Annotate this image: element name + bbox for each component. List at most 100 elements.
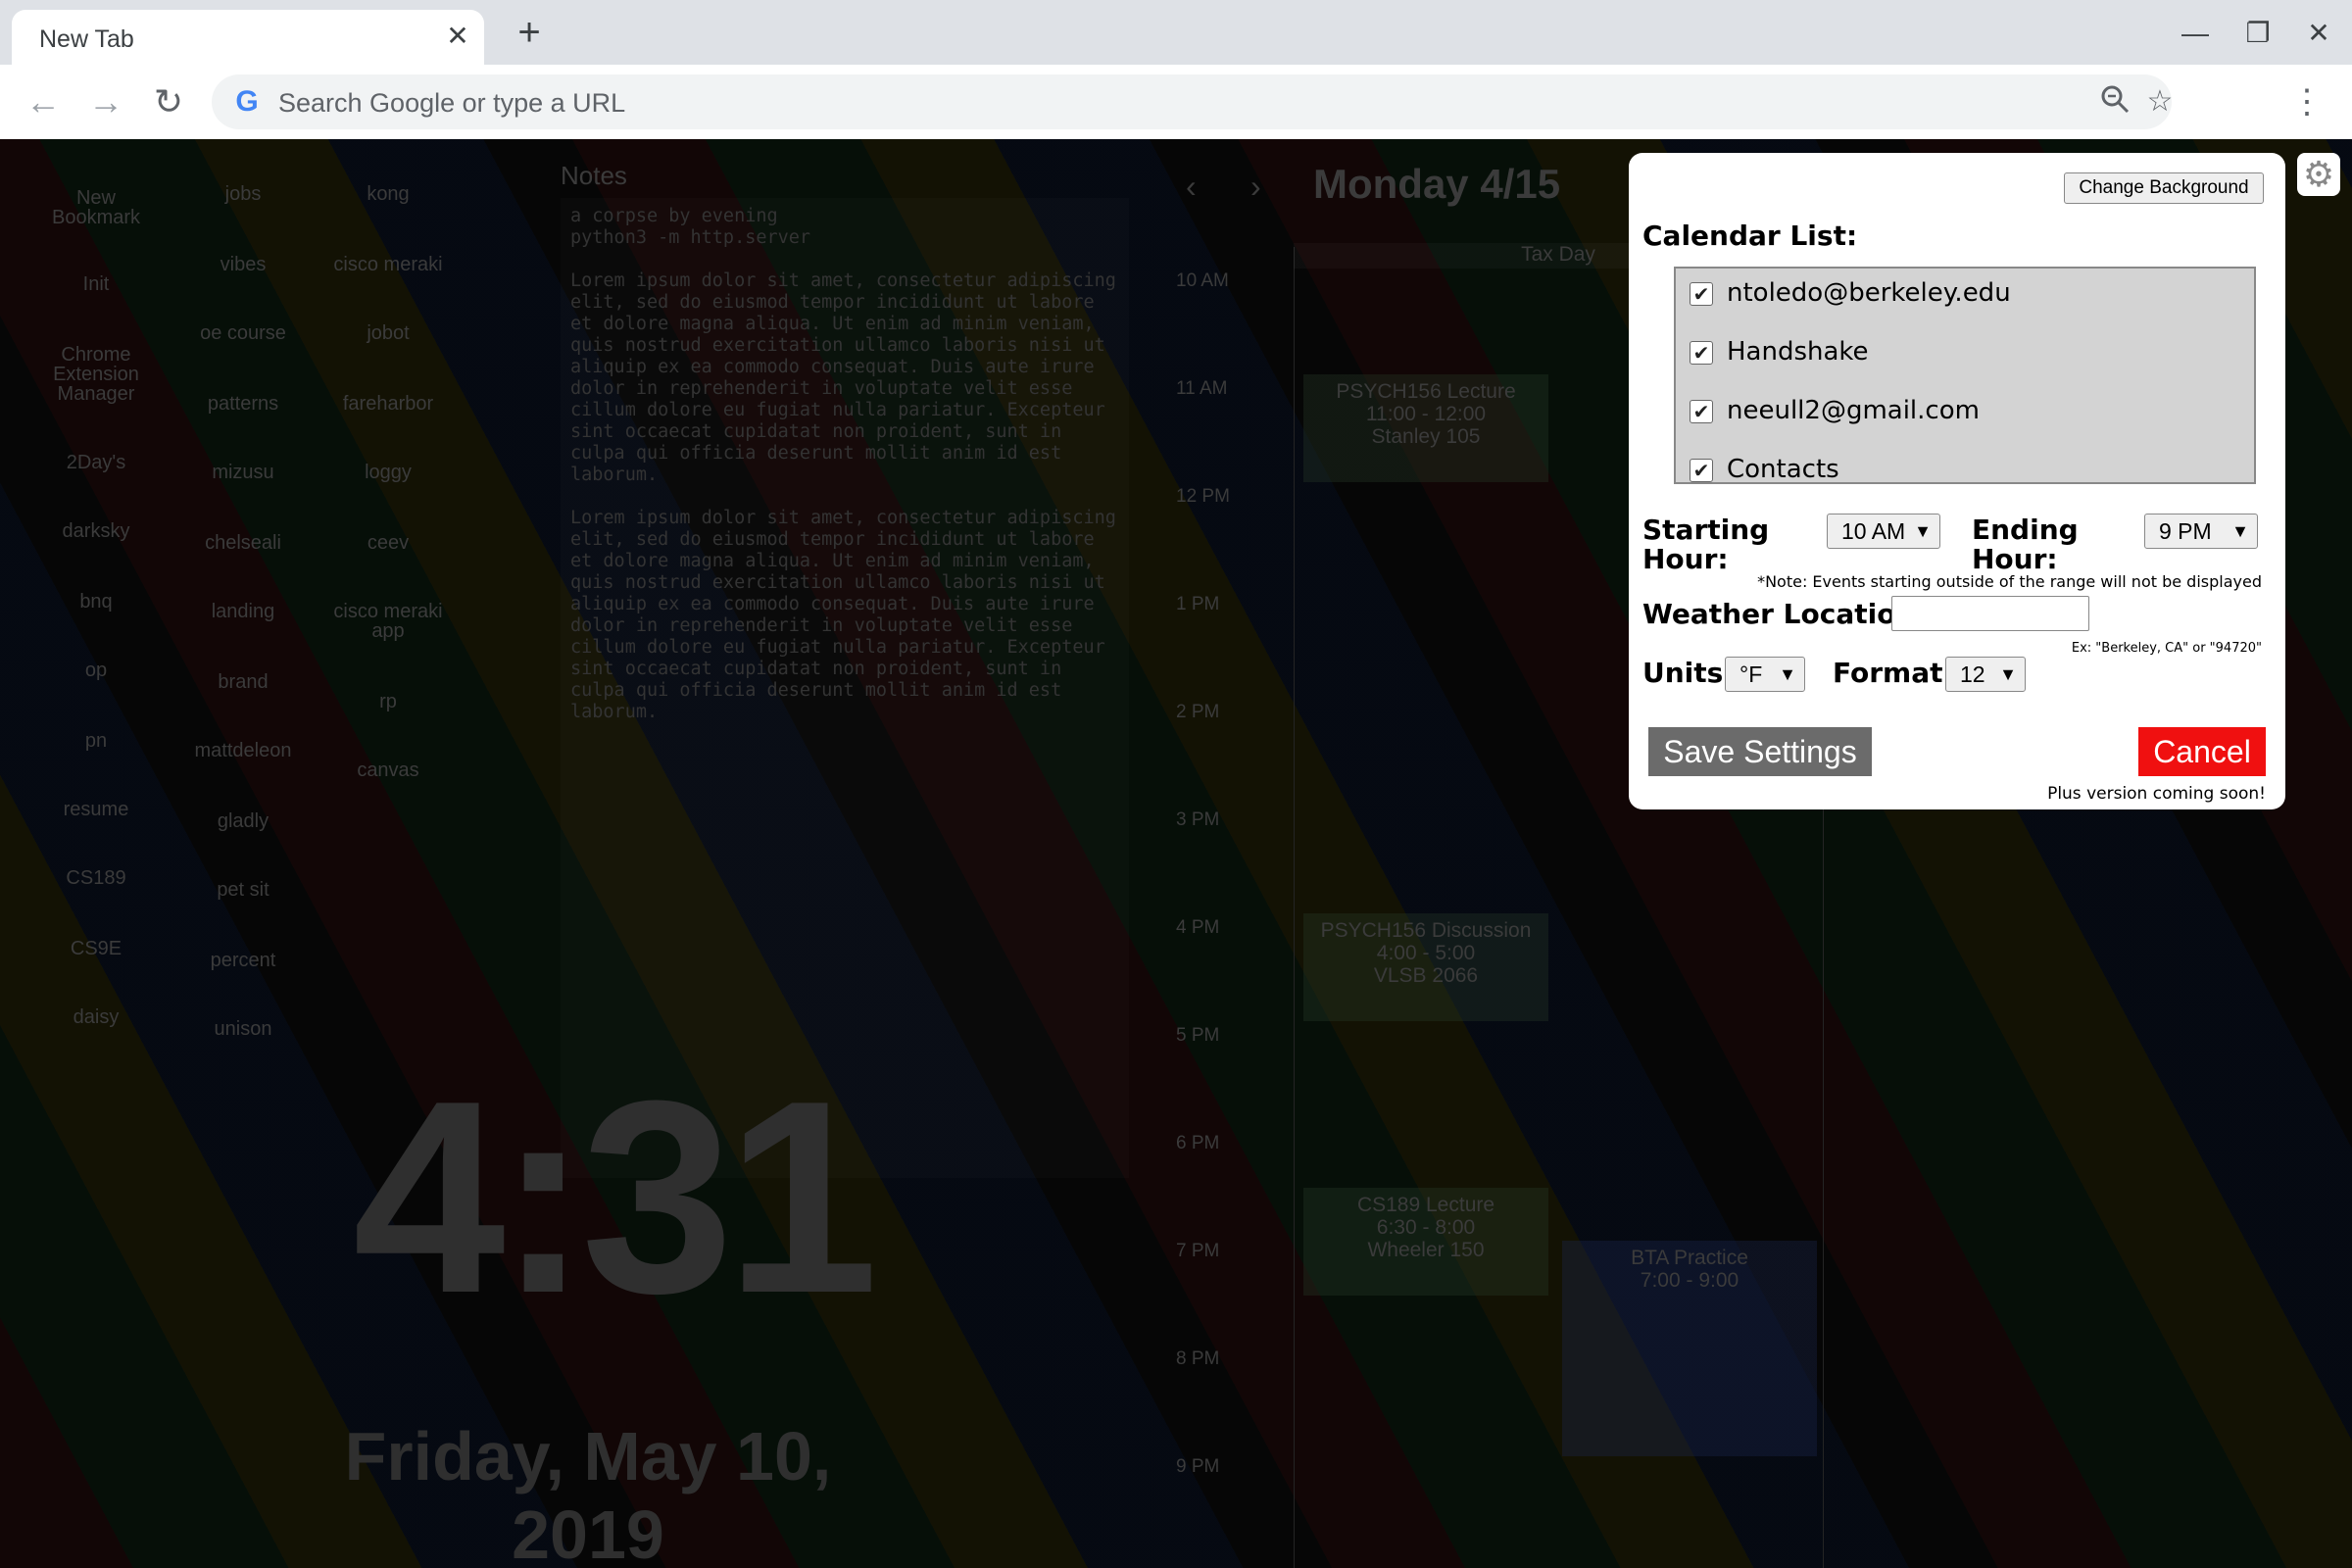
calendar-name: Contacts xyxy=(1727,455,1839,484)
back-arrow-icon[interactable]: ← xyxy=(20,78,67,125)
bookmark-item[interactable]: fareharbor xyxy=(327,394,449,414)
bookmark-item[interactable]: Chrome Extension Manager xyxy=(35,345,157,404)
gear-icon[interactable]: ⚙ xyxy=(2297,153,2340,196)
notes-title: Notes xyxy=(561,161,627,190)
ending-hour-value: 9 PM xyxy=(2159,518,2212,544)
close-icon[interactable]: ✕ xyxy=(443,22,472,51)
bookmark-item[interactable]: cisco meraki xyxy=(327,255,449,274)
omnibox[interactable]: G Search Google or type a URL ☆ xyxy=(212,74,2173,129)
weather-location-label: Weather Location: xyxy=(1642,598,1927,630)
calendar-event[interactable]: PSYCH156 Discussion 4:00 - 5:00 VLSB 206… xyxy=(1303,913,1548,1021)
calendar-next-button[interactable]: › xyxy=(1250,169,1261,205)
bookmark-item[interactable]: resume xyxy=(35,800,157,819)
starting-hour-value: 10 AM xyxy=(1841,518,1906,544)
bookmark-item[interactable]: patterns xyxy=(182,394,304,414)
bookmark-item[interactable]: jobot xyxy=(327,323,449,343)
calendar-event[interactable]: BTA Practice 7:00 - 9:00 xyxy=(1562,1241,1817,1456)
event-title: PSYCH156 Discussion xyxy=(1320,919,1532,942)
units-select[interactable]: °F ▼ xyxy=(1725,657,1805,692)
hour-label: 7 PM xyxy=(1176,1241,1220,1261)
bookmark-item[interactable]: Init xyxy=(35,274,157,294)
hour-label: 10 AM xyxy=(1176,270,1229,291)
bookmark-item[interactable]: bnq xyxy=(35,592,157,612)
starting-hour-select[interactable]: 10 AM ▼ xyxy=(1827,514,1940,549)
bookmark-item[interactable]: cisco meraki app xyxy=(327,602,449,641)
event-time: 4:00 - 5:00 xyxy=(1376,942,1476,964)
calendar-event[interactable]: PSYCH156 Lecture 11:00 - 12:00 Stanley 1… xyxy=(1303,374,1548,482)
bookmark-item[interactable]: vibes xyxy=(182,255,304,274)
bookmark-item[interactable]: ceev xyxy=(327,533,449,553)
checkbox[interactable]: ✔ xyxy=(1690,282,1713,306)
bookmark-item[interactable]: pn xyxy=(35,731,157,751)
bookmark-item[interactable]: CS9E xyxy=(35,939,157,958)
bookmark-item[interactable]: unison xyxy=(182,1019,304,1039)
checkbox[interactable]: ✔ xyxy=(1690,341,1713,365)
event-time: 11:00 - 12:00 xyxy=(1365,403,1487,425)
save-settings-button[interactable]: Save Settings xyxy=(1648,727,1872,776)
zoom-icon[interactable] xyxy=(2097,84,2132,120)
weather-example: Ex: "Berkeley, CA" or "94720" xyxy=(2071,641,2262,656)
format-label: Format: xyxy=(1833,657,1954,689)
browser-toolbar: ← → ↻ G Search Google or type a URL ☆ ⋮ xyxy=(0,65,2352,140)
window-close-icon[interactable]: ✕ xyxy=(2297,14,2340,53)
units-label: Units: xyxy=(1642,657,1735,689)
event-title: PSYCH156 Lecture xyxy=(1336,380,1516,403)
ending-hour-select[interactable]: 9 PM ▼ xyxy=(2144,514,2258,549)
event-location: VLSB 2066 xyxy=(1373,964,1479,987)
calendar-prev-button[interactable]: ‹ xyxy=(1186,169,1197,205)
bookmark-item[interactable]: daisy xyxy=(35,1007,157,1027)
hour-label: 8 PM xyxy=(1176,1348,1220,1369)
bookmark-item[interactable]: kong xyxy=(327,184,449,204)
clock-date: Friday, May 10, 2019 xyxy=(344,1418,832,1568)
bookmark-item[interactable]: loggy xyxy=(327,463,449,482)
cancel-button[interactable]: Cancel xyxy=(2138,727,2266,776)
bookmark-item[interactable]: chelseali xyxy=(182,533,304,553)
star-icon[interactable]: ☆ xyxy=(2142,84,2178,120)
minimize-icon[interactable]: — xyxy=(2174,14,2217,53)
bookmark-item[interactable]: New Bookmark xyxy=(35,188,157,227)
bookmark-item[interactable]: op xyxy=(35,661,157,680)
bookmark-item[interactable]: brand xyxy=(182,672,304,692)
bookmark-item[interactable]: darksky xyxy=(35,521,157,541)
change-background-button[interactable]: Change Background xyxy=(2064,172,2264,204)
bookmark-item[interactable]: landing xyxy=(182,602,304,621)
hour-label: 9 PM xyxy=(1176,1456,1220,1477)
bookmark-item[interactable]: percent xyxy=(182,951,304,970)
bookmark-item[interactable]: canvas xyxy=(327,760,449,780)
hour-label: 4 PM xyxy=(1176,917,1220,938)
bookmark-item[interactable]: 2Day's xyxy=(35,453,157,472)
bookmark-item[interactable]: CS189 xyxy=(35,868,157,888)
bookmark-item[interactable]: oe course xyxy=(182,323,304,343)
format-select[interactable]: 12 ▼ xyxy=(1945,657,2026,692)
calendar-header: Monday 4/15 xyxy=(1313,161,1561,207)
checkbox[interactable]: ✔ xyxy=(1690,400,1713,423)
bookmark-item[interactable]: pet sit xyxy=(182,880,304,900)
tab-new-tab[interactable]: New Tab ✕ xyxy=(12,10,484,65)
chevron-down-icon: ▼ xyxy=(1779,664,1796,684)
hour-label: 6 PM xyxy=(1176,1133,1220,1153)
bookmark-item[interactable]: mizusu xyxy=(182,463,304,482)
tab-title: New Tab xyxy=(39,25,134,53)
calendar-name: neeull2@gmail.com xyxy=(1727,396,1980,425)
bookmark-item[interactable]: rp xyxy=(327,692,449,711)
bookmark-item[interactable]: jobs xyxy=(182,184,304,204)
checkbox[interactable]: ✔ xyxy=(1690,459,1713,482)
forward-arrow-icon[interactable]: → xyxy=(82,78,129,125)
calendar-list-label: Calendar List: xyxy=(1642,220,1858,252)
format-value: 12 xyxy=(1960,662,1985,687)
calendar-list[interactable]: ✔ ntoledo@berkeley.edu ✔ Handshake ✔ nee… xyxy=(1674,267,2256,484)
hour-label: 1 PM xyxy=(1176,594,1220,614)
weather-location-input[interactable] xyxy=(1891,596,2089,631)
reload-icon[interactable]: ↻ xyxy=(145,78,192,125)
restore-icon[interactable]: ❐ xyxy=(2236,14,2279,53)
new-tab-button[interactable]: + xyxy=(508,12,551,55)
event-location: Wheeler 150 xyxy=(1367,1239,1485,1261)
chevron-down-icon: ▼ xyxy=(1999,664,2017,684)
tab-strip: New Tab ✕ + — ❐ ✕ xyxy=(0,0,2352,65)
hour-label: 3 PM xyxy=(1176,809,1220,830)
bookmark-item[interactable]: gladly xyxy=(182,811,304,831)
notes-textarea[interactable]: a corpse by evening python3 -m http.serv… xyxy=(561,198,1129,1178)
bookmark-item[interactable]: mattdeleon xyxy=(182,741,304,760)
calendar-event[interactable]: CS189 Lecture 6:30 - 8:00 Wheeler 150 xyxy=(1303,1188,1548,1296)
menu-icon[interactable]: ⋮ xyxy=(2289,80,2325,123)
